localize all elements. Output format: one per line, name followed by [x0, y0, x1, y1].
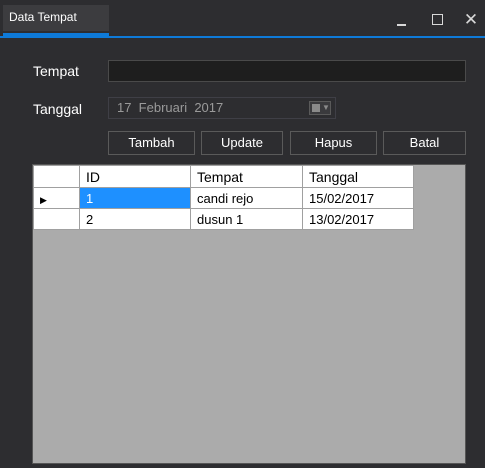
calendar-icon	[312, 104, 320, 112]
current-row-icon: ▶	[40, 194, 47, 205]
title-bar: Data Tempat ✕	[0, 0, 485, 38]
close-icon: ✕	[463, 10, 479, 29]
row-header-corner[interactable]	[33, 165, 80, 188]
cell-tanggal[interactable]: 13/02/2017	[302, 208, 414, 230]
maximize-button[interactable]	[425, 8, 449, 32]
cell-tempat[interactable]: dusun 1	[190, 208, 303, 230]
column-header-id[interactable]: ID	[79, 165, 191, 188]
hapus-button[interactable]: Hapus	[290, 131, 377, 155]
minimize-icon	[397, 24, 406, 26]
minimize-button[interactable]	[390, 8, 414, 32]
data-tempat-window: Data Tempat ✕ Tempat Tanggal 17 Februari…	[0, 0, 485, 468]
cell-id[interactable]: 1	[79, 187, 191, 209]
tempat-label: Tempat	[33, 63, 79, 79]
chevron-down-icon: ▼	[322, 103, 330, 112]
data-table: ID Tempat Tanggal ▶ 1 candi rejo 15/02/2…	[33, 165, 414, 230]
tempat-input[interactable]	[108, 60, 466, 82]
tanggal-label: Tanggal	[33, 101, 83, 117]
tambah-button[interactable]: Tambah	[108, 131, 195, 155]
cell-id[interactable]: 2	[79, 208, 191, 230]
tab-strip-underline	[0, 36, 485, 38]
update-button[interactable]: Update	[201, 131, 283, 155]
column-header-tempat[interactable]: Tempat	[190, 165, 303, 188]
table-row[interactable]: 2 dusun 1 13/02/2017	[33, 208, 414, 230]
header-row: ID Tempat Tanggal	[33, 165, 414, 188]
date-value: 17 Februari 2017	[117, 100, 224, 115]
tab-title: Data Tempat	[9, 10, 77, 24]
row-header[interactable]	[33, 208, 80, 230]
date-dropdown-button[interactable]: ▼	[309, 101, 331, 115]
maximize-icon	[432, 14, 443, 25]
table-row[interactable]: ▶ 1 candi rejo 15/02/2017	[33, 187, 414, 209]
batal-button[interactable]: Batal	[383, 131, 466, 155]
close-button[interactable]: ✕	[459, 8, 483, 32]
cell-tempat[interactable]: candi rejo	[190, 187, 303, 209]
row-header[interactable]: ▶	[33, 187, 80, 209]
cell-tanggal[interactable]: 15/02/2017	[302, 187, 414, 209]
column-header-tanggal[interactable]: Tanggal	[302, 165, 414, 188]
tab-data-tempat[interactable]: Data Tempat	[3, 5, 109, 31]
tanggal-date-picker[interactable]: 17 Februari 2017 ▼	[108, 97, 336, 119]
data-grid[interactable]: ID Tempat Tanggal ▶ 1 candi rejo 15/02/2…	[32, 164, 466, 464]
